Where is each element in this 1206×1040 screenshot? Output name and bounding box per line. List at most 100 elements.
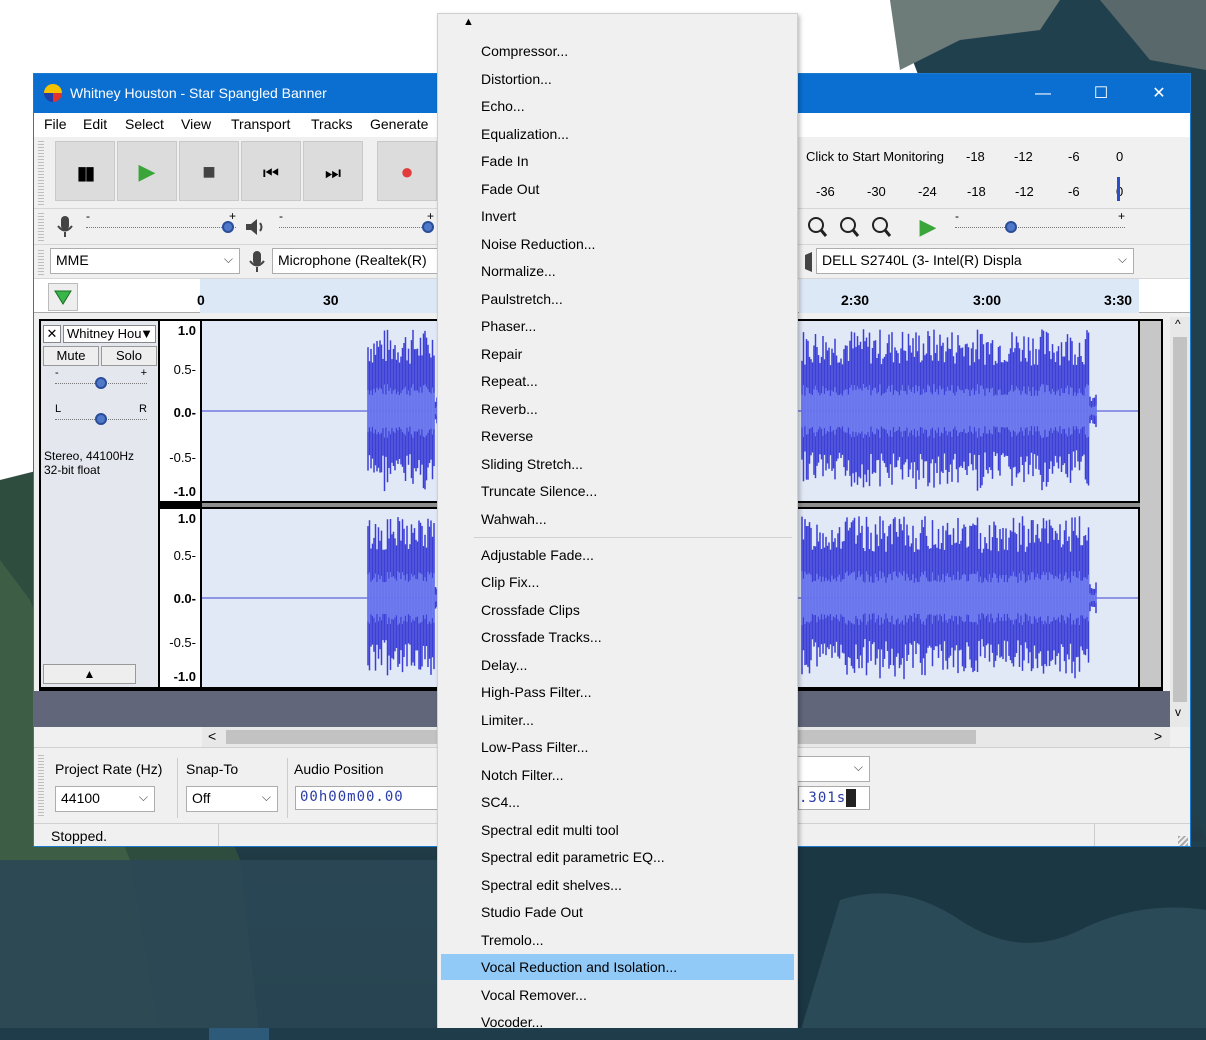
menu-item-crossfade-tracks[interactable]: Crossfade Tracks... (441, 624, 794, 650)
menu-item-spectral-edit-parametric-eq[interactable]: Spectral edit parametric EQ... (441, 844, 794, 870)
menu-edit[interactable]: Edit (83, 116, 107, 132)
menu-item-high-pass-filter[interactable]: High-Pass Filter... (441, 679, 794, 705)
toolbar-grip[interactable] (38, 213, 44, 241)
menu-generate[interactable]: Generate (370, 116, 428, 132)
menu-item-spectral-edit-shelves[interactable]: Spectral edit shelves... (441, 872, 794, 898)
menu-item-low-pass-filter[interactable]: Low-Pass Filter... (441, 734, 794, 760)
maximize-button[interactable]: ☐ (1072, 74, 1130, 113)
playback-volume-slider[interactable]: - + (279, 209, 434, 235)
click-to-start-monitoring[interactable]: Click to Start Monitoring (806, 149, 944, 164)
play-button[interactable]: ▶ (117, 141, 177, 201)
menu-item-delay[interactable]: Delay... (441, 652, 794, 678)
slider-thumb[interactable] (95, 413, 107, 425)
menu-item-wahwah[interactable]: Wahwah... (441, 506, 794, 532)
toolbar-grip[interactable] (38, 249, 44, 275)
project-rate-select[interactable]: 44100 ⌵ (55, 786, 155, 812)
menu-item-phaser[interactable]: Phaser... (441, 313, 794, 339)
slider-thumb[interactable] (95, 377, 107, 389)
playback-meter-tick: -12 (1015, 184, 1034, 199)
scrollbar-thumb[interactable] (1173, 337, 1187, 702)
menu-item-truncate-silence[interactable]: Truncate Silence... (441, 478, 794, 504)
track-name-menu[interactable]: Whitney Hou ▼ (63, 325, 156, 343)
menu-item-reverb[interactable]: Reverb... (441, 396, 794, 422)
mute-button[interactable]: Mute (43, 346, 99, 366)
menu-item-fade-in[interactable]: Fade In (441, 148, 794, 174)
menu-item-crossfade-clips[interactable]: Crossfade Clips (441, 597, 794, 623)
chevron-up-icon[interactable]: ^ (1175, 317, 1181, 331)
track-close-button[interactable]: ✕ (43, 325, 61, 343)
track-right-edge (1140, 321, 1161, 687)
skip-to-end-button[interactable]: ⏭ (303, 141, 363, 201)
minimize-button[interactable]: — (1014, 74, 1072, 113)
record-volume-slider[interactable]: - + (86, 209, 236, 235)
skip-to-start-button[interactable]: ⏮ (241, 141, 301, 201)
toolbar-grip[interactable] (38, 141, 44, 205)
menu-item-clip-fix[interactable]: Clip Fix... (441, 569, 794, 595)
menu-item-adjustable-fade[interactable]: Adjustable Fade... (441, 542, 794, 568)
menu-item-noise-reduction[interactable]: Noise Reduction... (441, 231, 794, 257)
menu-item-repair[interactable]: Repair (441, 341, 794, 367)
menu-item-repeat[interactable]: Repeat... (441, 368, 794, 394)
menu-item-sc4[interactable]: SC4... (441, 789, 794, 815)
collapse-track-button[interactable]: ▲ (43, 664, 136, 684)
record-button[interactable]: ● (377, 141, 437, 201)
menu-tracks[interactable]: Tracks (311, 116, 352, 132)
playback-device-select[interactable]: DELL S2740L (3- Intel(R) Displa ⌵ (816, 248, 1134, 274)
vertical-scrollbar[interactable]: ^ v (1170, 317, 1190, 727)
snap-to-select[interactable]: Off ⌵ (186, 786, 278, 812)
slider-thumb[interactable] (222, 221, 234, 233)
menu-select[interactable]: Select (125, 116, 164, 132)
menu-item-vocal-remover[interactable]: Vocal Remover... (441, 982, 794, 1008)
record-meter-tick: 0 (1116, 149, 1124, 164)
menu-item-distortion[interactable]: Distortion... (441, 66, 794, 92)
menu-item-paulstretch[interactable]: Paulstretch... (441, 286, 794, 312)
chevron-down-icon[interactable]: v (1175, 705, 1181, 719)
slider-max-label: + (140, 367, 147, 379)
audio-host-select[interactable]: MME ⌵ (50, 248, 240, 274)
menu-view[interactable]: View (181, 116, 211, 132)
menu-scroll-up-arrow[interactable]: ▲ (463, 16, 474, 28)
menu-item-equalization[interactable]: Equalization... (441, 121, 794, 147)
menu-item-invert[interactable]: Invert (441, 203, 794, 229)
menu-item-fade-out[interactable]: Fade Out (441, 176, 794, 202)
menu-item-spectral-edit-multi-tool[interactable]: Spectral edit multi tool (441, 817, 794, 843)
play-at-speed-slider[interactable]: - + (955, 209, 1125, 235)
chevron-left-icon[interactable]: < (208, 728, 216, 744)
track-gain-slider[interactable]: - + (55, 367, 147, 391)
solo-button[interactable]: Solo (101, 346, 157, 366)
play-at-speed-button[interactable]: ▶ (912, 211, 944, 243)
menu-item-notch-filter[interactable]: Notch Filter... (441, 762, 794, 788)
slider-thumb[interactable] (422, 221, 434, 233)
track-pan-slider[interactable]: L R (55, 403, 147, 427)
menu-item-compressor[interactable]: Compressor... (441, 38, 794, 64)
chevron-up-icon: ▲ (83, 667, 96, 681)
taskbar-item[interactable] (209, 1028, 269, 1040)
menu-item-reverse[interactable]: Reverse (441, 423, 794, 449)
toolbar-grip[interactable] (38, 754, 44, 816)
timeline-options-button[interactable] (48, 283, 78, 311)
playback-meter[interactable]: -36 -30 -24 -18 -12 -6 0 (804, 175, 1134, 205)
chevron-right-icon[interactable]: > (1154, 728, 1162, 744)
selection-mode-select[interactable]: ⌵ (798, 756, 870, 782)
stop-button[interactable]: ■ (179, 141, 239, 201)
menu-item-limiter[interactable]: Limiter... (441, 707, 794, 733)
pause-button[interactable]: ▮▮ (55, 141, 115, 201)
menu-item-echo[interactable]: Echo... (441, 93, 794, 119)
selection-end-field[interactable]: .301s (798, 786, 870, 810)
record-meter[interactable]: -18 -12 -6 0 (952, 140, 1128, 170)
chevron-down-icon: ⌵ (1117, 252, 1127, 266)
audio-position-field[interactable]: 00h00m00.00 (295, 786, 455, 810)
close-button[interactable]: ✕ (1130, 74, 1188, 113)
menu-item-vocal-reduction-and-isolation[interactable]: Vocal Reduction and Isolation... (441, 954, 794, 980)
menu-item-sliding-stretch[interactable]: Sliding Stretch... (441, 451, 794, 477)
menu-item-normalize[interactable]: Normalize... (441, 258, 794, 284)
time-format-dropdown[interactable] (846, 789, 857, 807)
audio-position-label: Audio Position (294, 761, 384, 777)
menu-item-studio-fade-out[interactable]: Studio Fade Out (441, 899, 794, 925)
playback-meter-tick: -6 (1068, 184, 1080, 199)
menu-file[interactable]: File (44, 116, 67, 132)
menu-transport[interactable]: Transport (231, 116, 290, 132)
slider-thumb[interactable] (1005, 221, 1017, 233)
resize-grip[interactable] (1178, 836, 1188, 846)
menu-item-tremolo[interactable]: Tremolo... (441, 927, 794, 953)
